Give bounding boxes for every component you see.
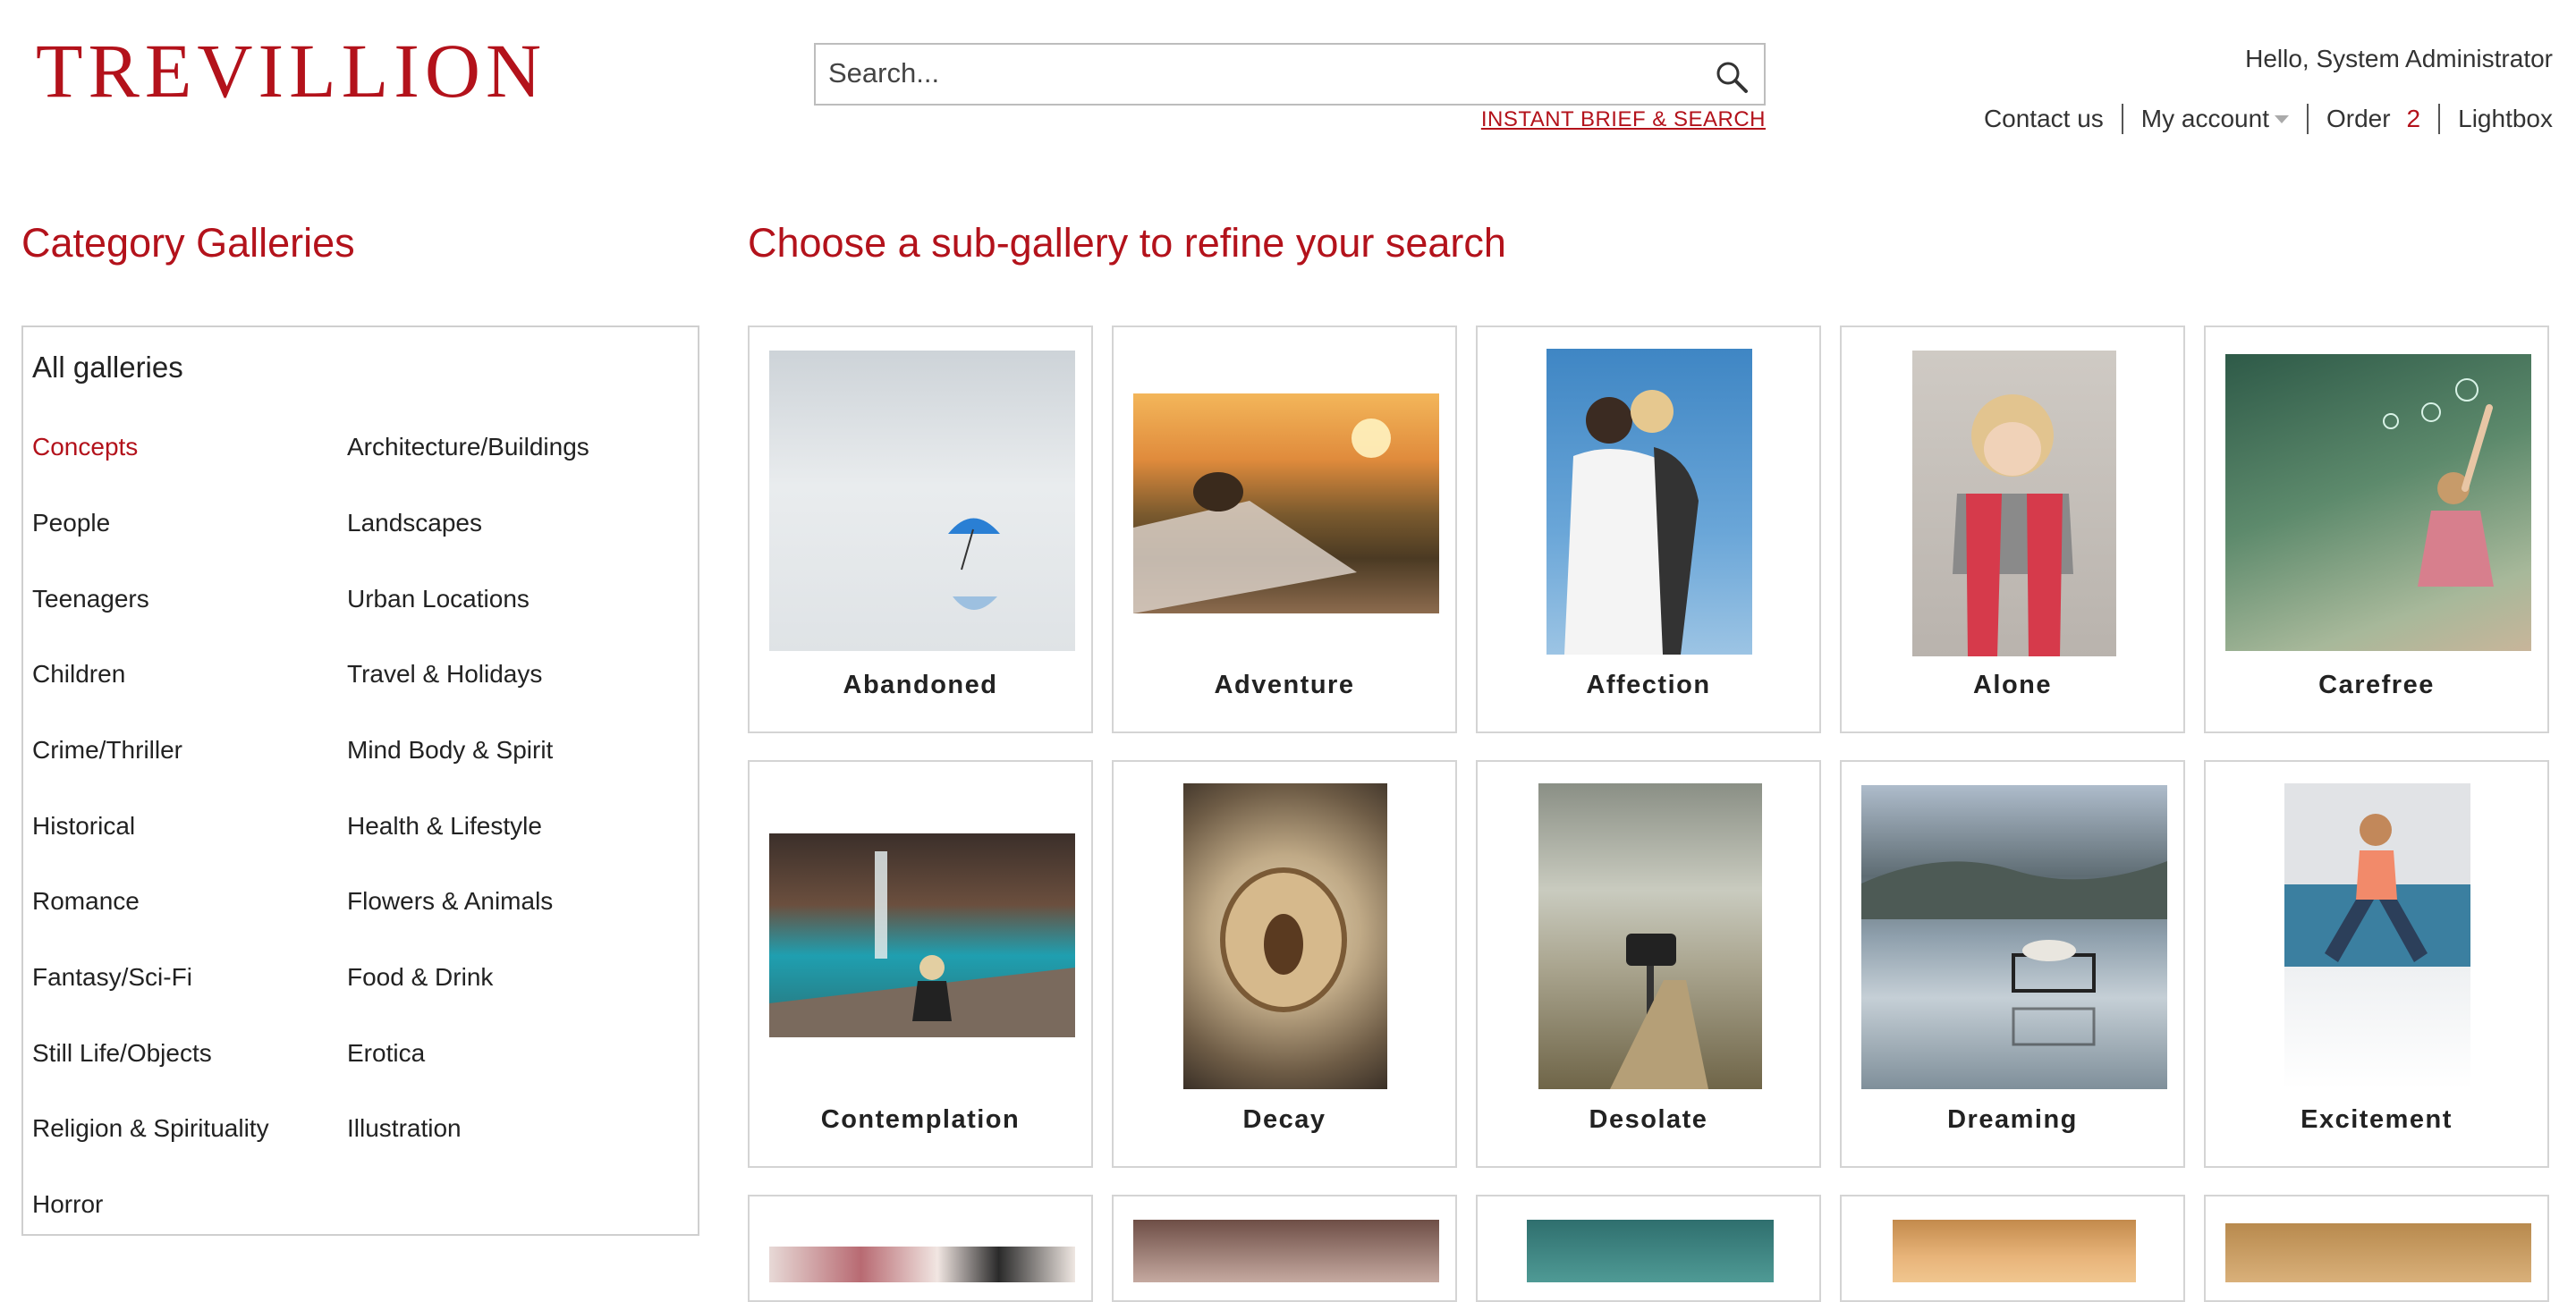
gallery-tile-abandoned[interactable]: Abandoned — [748, 326, 1093, 733]
all-galleries-link[interactable]: All galleries — [32, 351, 183, 385]
gallery-thumbnail — [1133, 1220, 1439, 1282]
gallery-thumbnail — [2284, 783, 2470, 1089]
gallery-thumbnail — [769, 351, 1075, 651]
gallery-tile[interactable] — [1112, 1195, 1457, 1302]
gallery-tile-label: Affection — [1586, 671, 1711, 699]
gallery-tile-label: Dreaming — [1947, 1105, 2078, 1134]
category-illustration[interactable]: Illustration — [347, 1114, 462, 1143]
gallery-tile-adventure[interactable]: Adventure — [1112, 326, 1457, 733]
category-flowers-animals[interactable]: Flowers & Animals — [347, 887, 553, 916]
gallery-tile-label: Carefree — [2318, 671, 2435, 699]
gallery-tile-affection[interactable]: Affection — [1476, 326, 1821, 733]
gallery-tile-dreaming[interactable]: Dreaming — [1840, 760, 2185, 1168]
sub-gallery-heading: Choose a sub-gallery to refine your sear… — [748, 220, 1506, 266]
gallery-thumbnail — [1133, 393, 1439, 613]
gallery-thumbnail — [769, 1247, 1075, 1282]
gallery-thumbnail — [769, 833, 1075, 1037]
gallery-tile-label: Decay — [1242, 1105, 1326, 1134]
instant-brief-link[interactable]: INSTANT BRIEF & SEARCH — [1481, 107, 1766, 132]
order-link[interactable]: Order 2 — [2306, 104, 2438, 134]
category-travel[interactable]: Travel & Holidays — [347, 660, 542, 689]
gallery-thumbnail — [2225, 1223, 2531, 1282]
gallery-tile-label: Excitement — [2301, 1105, 2453, 1134]
gallery-tile-contemplation[interactable]: Contemplation — [748, 760, 1093, 1168]
gallery-tile-label: Abandoned — [843, 671, 998, 699]
chevron-down-icon — [2274, 114, 2289, 123]
gallery-tile-label: Desolate — [1589, 1105, 1708, 1134]
gallery-thumbnail — [1912, 351, 2116, 656]
search-box — [814, 43, 1766, 106]
category-health[interactable]: Health & Lifestyle — [347, 812, 542, 841]
user-greeting: Hello, System Administrator — [2245, 45, 2553, 72]
category-romance[interactable]: Romance — [32, 887, 140, 916]
contact-link[interactable]: Contact us — [1966, 104, 2122, 134]
category-fantasy-scifi[interactable]: Fantasy/Sci-Fi — [32, 963, 192, 992]
category-still-life[interactable]: Still Life/Objects — [32, 1039, 212, 1068]
category-erotica[interactable]: Erotica — [347, 1039, 425, 1068]
category-landscapes[interactable]: Landscapes — [347, 509, 482, 537]
category-religion[interactable]: Religion & Spirituality — [32, 1114, 269, 1143]
category-mind-body[interactable]: Mind Body & Spirit — [347, 736, 553, 765]
category-teenagers[interactable]: Teenagers — [32, 585, 149, 613]
category-panel: All galleries Concepts People Teenagers … — [21, 326, 699, 1236]
gallery-tile-carefree[interactable]: Carefree — [2204, 326, 2549, 733]
category-children[interactable]: Children — [32, 660, 125, 689]
gallery-tile-alone[interactable]: Alone — [1840, 326, 2185, 733]
my-account-label: My account — [2140, 105, 2269, 132]
gallery-thumbnail — [1861, 785, 2167, 1089]
gallery-tile-desolate[interactable]: Desolate — [1476, 760, 1821, 1168]
gallery-thumbnail — [1546, 349, 1752, 655]
category-people[interactable]: People — [32, 509, 110, 537]
gallery-tile-label: Adventure — [1214, 671, 1355, 699]
category-food-drink[interactable]: Food & Drink — [347, 963, 493, 992]
gallery-tile[interactable] — [1476, 1195, 1821, 1302]
category-urban-locations[interactable]: Urban Locations — [347, 585, 530, 613]
gallery-thumbnail — [1538, 783, 1762, 1089]
gallery-thumbnail — [1527, 1220, 1774, 1282]
gallery-tile[interactable] — [2204, 1195, 2549, 1302]
category-historical[interactable]: Historical — [32, 812, 135, 841]
gallery-tile-label: Alone — [1972, 671, 2053, 699]
gallery-thumbnail — [1183, 783, 1387, 1089]
contact-label: Contact us — [1983, 105, 2104, 132]
gallery-thumbnail — [2225, 354, 2531, 651]
category-concepts[interactable]: Concepts — [32, 433, 138, 461]
category-crime-thriller[interactable]: Crime/Thriller — [32, 736, 182, 765]
gallery-tile[interactable] — [748, 1195, 1093, 1302]
search-input[interactable] — [816, 45, 1687, 102]
search-icon[interactable] — [1714, 59, 1750, 95]
my-account-menu[interactable]: My account — [2121, 104, 2307, 134]
gallery-tile[interactable] — [1840, 1195, 2185, 1302]
lightbox-label: Lightbox — [2458, 105, 2553, 132]
lightbox-link[interactable]: Lightbox — [2438, 104, 2553, 134]
category-galleries-heading: Category Galleries — [21, 220, 355, 266]
category-horror[interactable]: Horror — [32, 1190, 103, 1219]
gallery-tile-excitement[interactable]: Excitement — [2204, 760, 2549, 1168]
gallery-tile-label: Contemplation — [820, 1105, 1021, 1134]
trevillion-logo[interactable]: TREVILLION — [36, 32, 547, 109]
gallery-thumbnail — [1893, 1220, 2136, 1282]
category-architecture[interactable]: Architecture/Buildings — [347, 433, 589, 461]
order-label: Order — [2326, 105, 2391, 132]
order-count-badge: 2 — [2406, 105, 2421, 132]
gallery-tile-decay[interactable]: Decay — [1112, 760, 1457, 1168]
top-nav: Contact us My account Order 2 Lightbox — [1966, 104, 2553, 134]
